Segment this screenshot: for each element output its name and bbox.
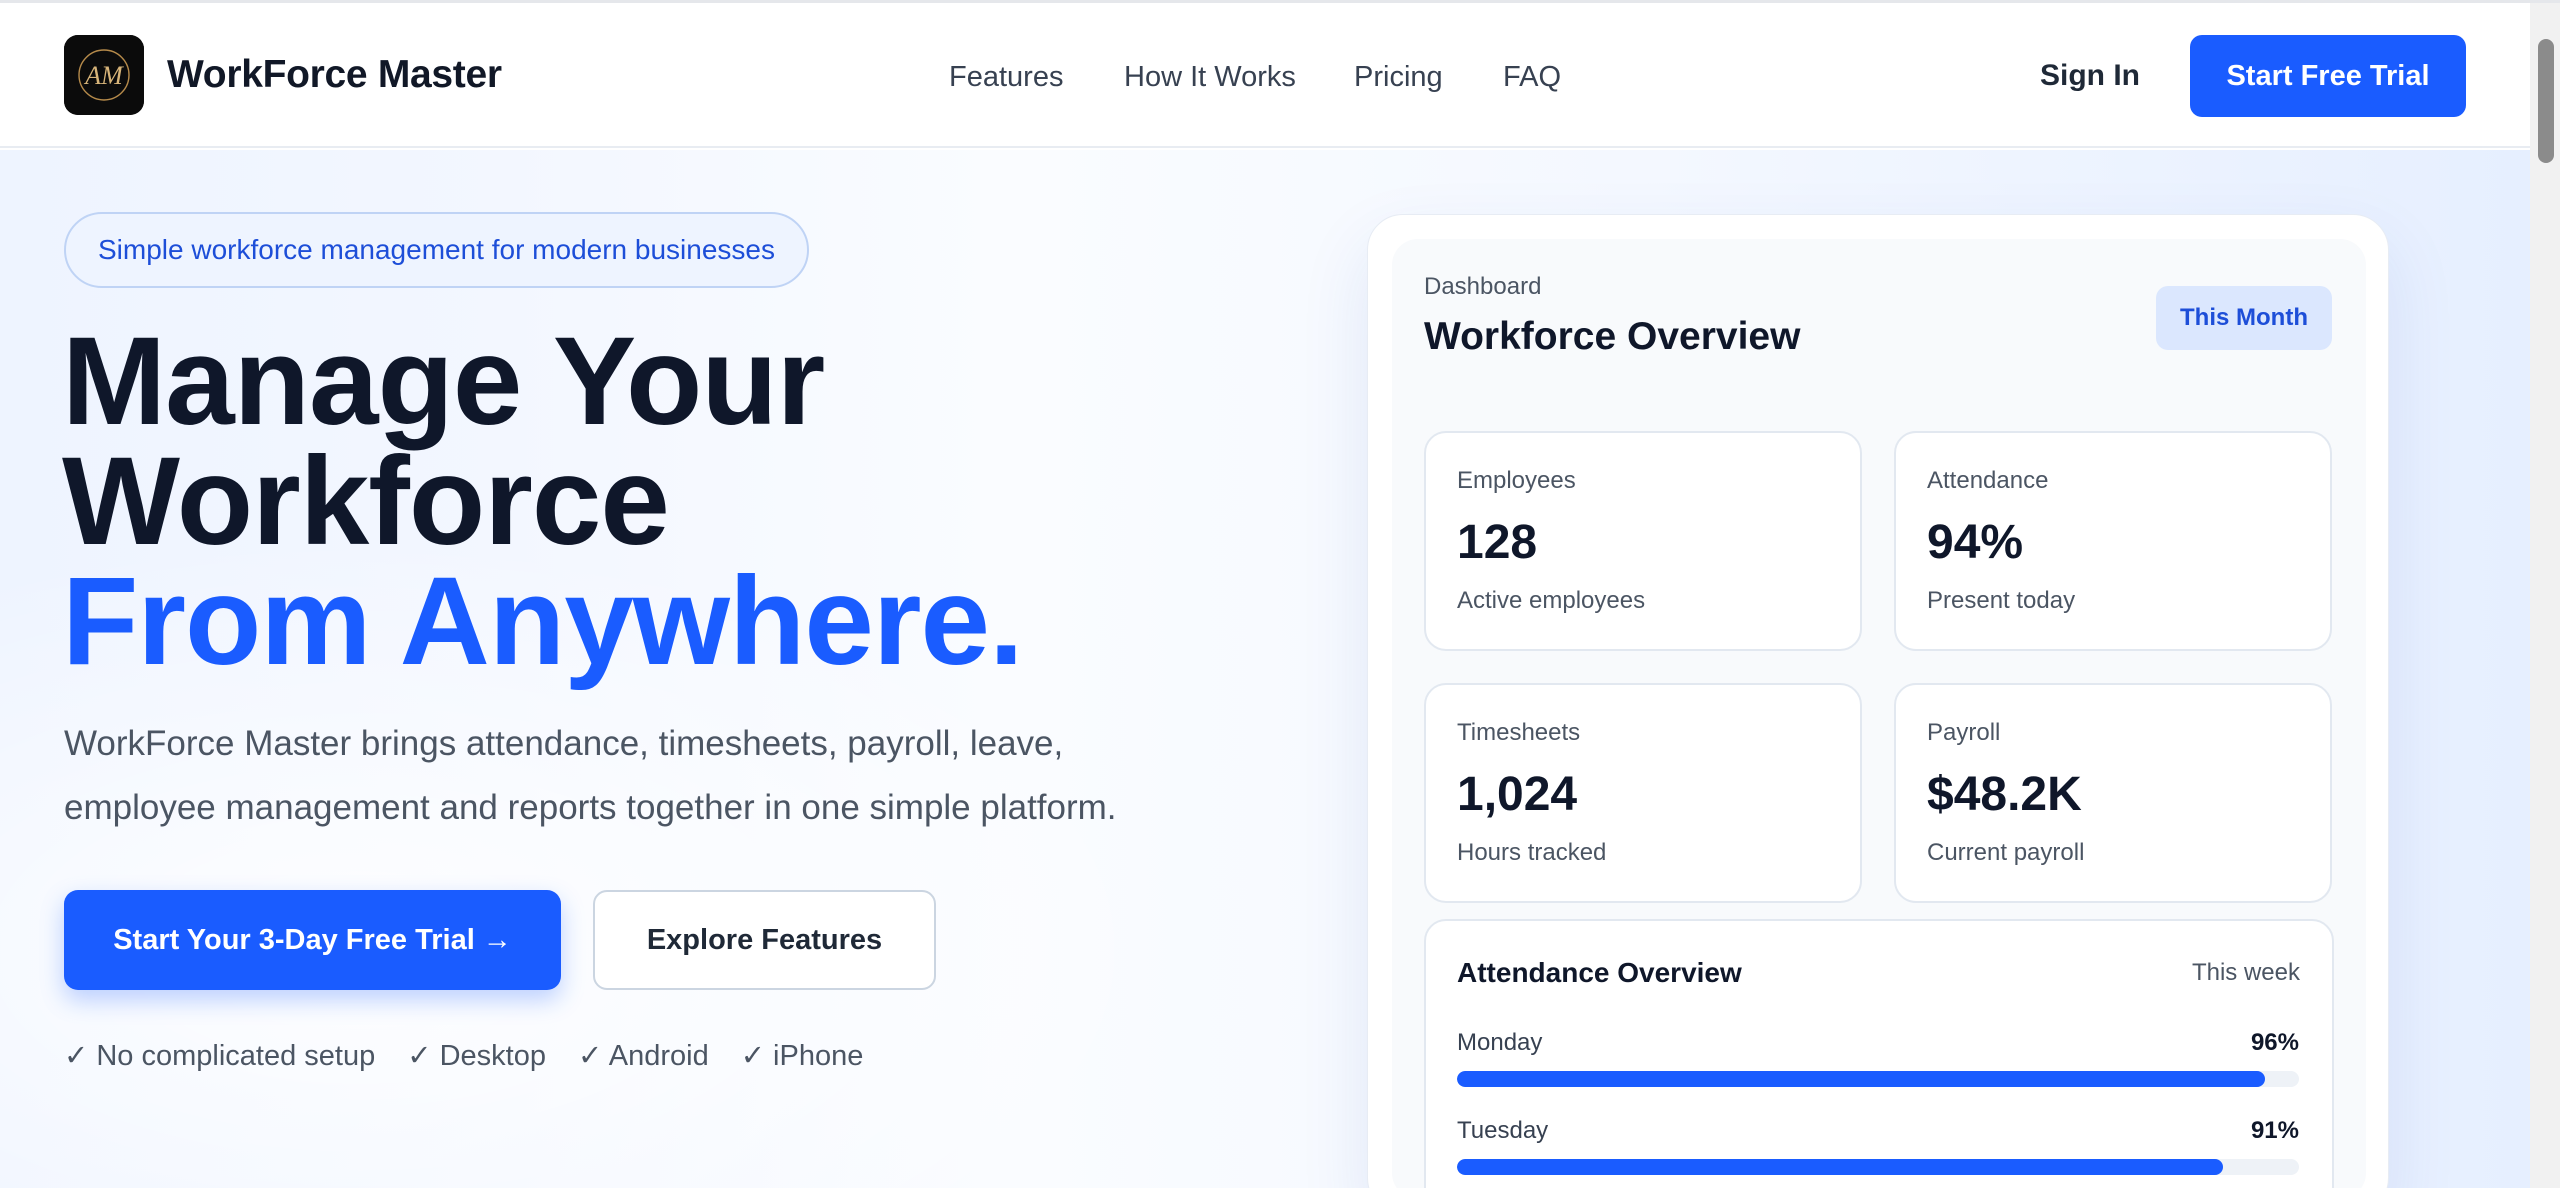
attendance-overview-card: Attendance Overview This week Monday 96%…	[1424, 919, 2334, 1188]
hero-section: Simple workforce management for modern b…	[0, 150, 2530, 1188]
period-badge[interactable]: This Month	[2156, 286, 2332, 350]
feature-no-setup: ✓ No complicated setup	[64, 1040, 376, 1072]
stat-card-timesheets: Timesheets 1,024 Hours tracked	[1424, 683, 1862, 903]
hero-headline: Manage Your Workforce From Anywhere.	[62, 312, 1024, 691]
dashboard-preview-card: Dashboard Workforce Overview This Month …	[1367, 214, 2389, 1188]
attendance-row-monday: Monday 96%	[1457, 1029, 2299, 1099]
stat-value: $48.2K	[1927, 768, 2082, 821]
stat-label: Timesheets	[1457, 719, 1581, 746]
stat-caption: Current payroll	[1927, 839, 2085, 866]
scrollbar-thumb[interactable]	[2538, 39, 2554, 163]
page-scrollbar[interactable]	[2530, 3, 2560, 1188]
am-monogram-icon: AM	[64, 35, 144, 115]
stat-caption: Active employees	[1457, 587, 1646, 614]
stat-card-employees: Employees 128 Active employees	[1424, 431, 1862, 651]
brand-name[interactable]: WorkForce Master	[167, 53, 502, 97]
start-free-trial-button[interactable]: Start Free Trial	[2190, 35, 2466, 117]
dashboard-label: Dashboard	[1424, 273, 1542, 300]
attendance-percent: 96%	[2250, 1029, 2299, 1056]
stat-value: 94%	[1927, 516, 2024, 569]
stat-value: 128	[1457, 516, 1538, 569]
dashboard-title: Workforce Overview	[1424, 315, 1801, 358]
attendance-percent: 91%	[2250, 1117, 2299, 1144]
browser-viewport: AM WorkForce Master Features How It Work…	[0, 0, 2560, 1188]
nav-link-pricing[interactable]: Pricing	[1354, 61, 1443, 94]
stat-label: Employees	[1457, 467, 1576, 494]
site-header: AM WorkForce Master Features How It Work…	[0, 3, 2530, 148]
attendance-row-tuesday: Tuesday 91%	[1457, 1117, 2299, 1187]
headline-line-3: From Anywhere.	[62, 552, 1024, 691]
headline-line-2: Workforce	[62, 432, 670, 571]
attendance-period: This week	[2191, 959, 2300, 986]
dashboard-panel: Dashboard Workforce Overview This Month …	[1392, 239, 2366, 1188]
stat-caption: Hours tracked	[1457, 839, 1607, 866]
brand-logo[interactable]: AM	[64, 35, 144, 115]
attendance-day: Tuesday	[1457, 1117, 1549, 1144]
attendance-day: Monday	[1457, 1029, 1543, 1056]
stat-caption: Present today	[1927, 587, 2076, 614]
attendance-title: Attendance Overview	[1457, 957, 1742, 988]
tagline-pill: Simple workforce management for modern b…	[64, 212, 809, 288]
stat-label: Payroll	[1927, 719, 2001, 746]
start-trial-button[interactable]: Start Your 3-Day Free Trial →	[64, 890, 561, 990]
nav-link-features[interactable]: Features	[949, 61, 1063, 94]
attendance-bar-fill	[1457, 1071, 2266, 1087]
hero-description: WorkForce Master brings attendance, time…	[64, 724, 1117, 827]
feature-android: ✓ Android	[577, 1040, 709, 1072]
headline-line-1: Manage Your	[62, 312, 825, 451]
attendance-bar-track	[1457, 1159, 2299, 1175]
explore-features-button[interactable]: Explore Features	[593, 890, 936, 990]
logo-text: AM	[83, 61, 124, 90]
stat-label: Attendance	[1927, 467, 2049, 494]
stat-card-payroll: Payroll $48.2K Current payroll	[1894, 683, 2332, 903]
attendance-bar-track	[1457, 1071, 2299, 1087]
feature-iphone: ✓ iPhone	[740, 1040, 864, 1072]
stat-value: 1,024	[1457, 768, 1578, 821]
feature-checklist: ✓ No complicated setup ✓ Desktop ✓ Andro…	[64, 1038, 863, 1073]
sign-in-link[interactable]: Sign In	[2040, 59, 2140, 93]
nav-link-how-it-works[interactable]: How It Works	[1124, 61, 1296, 94]
attendance-bar-fill	[1457, 1159, 2224, 1175]
stat-card-attendance: Attendance 94% Present today	[1894, 431, 2332, 651]
feature-desktop: ✓ Desktop	[407, 1040, 546, 1072]
nav-link-faq[interactable]: FAQ	[1503, 61, 1561, 94]
